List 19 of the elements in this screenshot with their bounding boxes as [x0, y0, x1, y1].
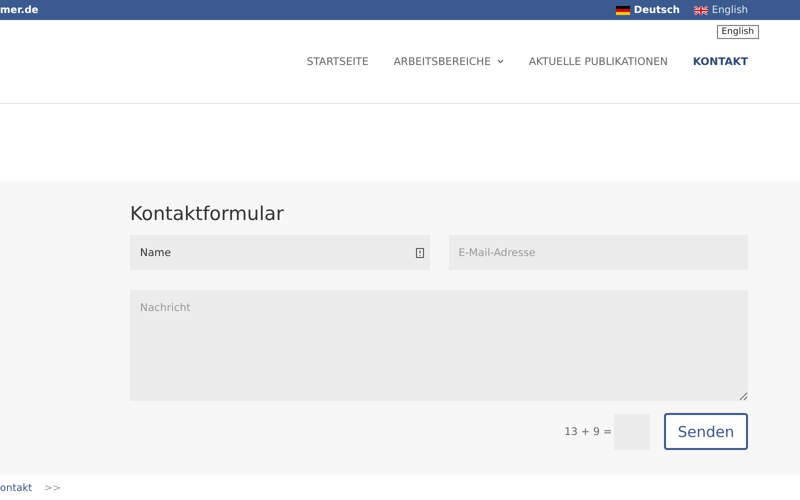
nav-link[interactable]: ARBEITSBEREICHE — [394, 56, 504, 68]
name-field[interactable]: Name — [130, 235, 430, 270]
message-field[interactable]: Nachricht — [130, 290, 748, 401]
site-domain: mer.de — [0, 4, 38, 16]
form-title: Kontaktformular — [130, 203, 285, 225]
nav-link[interactable]: STARTSEITE — [306, 56, 369, 68]
email-field[interactable]: E-Mail-Adresse — [448, 235, 748, 270]
language-link[interactable]: Deutsch — [616, 4, 680, 16]
breadcrumb-link[interactable]: ontakt — [0, 483, 32, 494]
nav-link[interactable]: KONTAKT — [692, 56, 748, 68]
captcha-question: 13 + 9 = — [564, 426, 612, 438]
breadcrumb-separator: >> — [44, 483, 61, 494]
nav-link[interactable]: AKTUELLE PUBLIKATIONEN — [528, 56, 668, 68]
german-flag-icon — [616, 6, 630, 14]
autofill-icon — [416, 248, 424, 258]
tooltip: English — [716, 25, 759, 39]
british-flag-icon — [694, 6, 708, 14]
language-link[interactable]: English — [694, 4, 748, 16]
send-button[interactable]: Senden — [664, 413, 748, 450]
